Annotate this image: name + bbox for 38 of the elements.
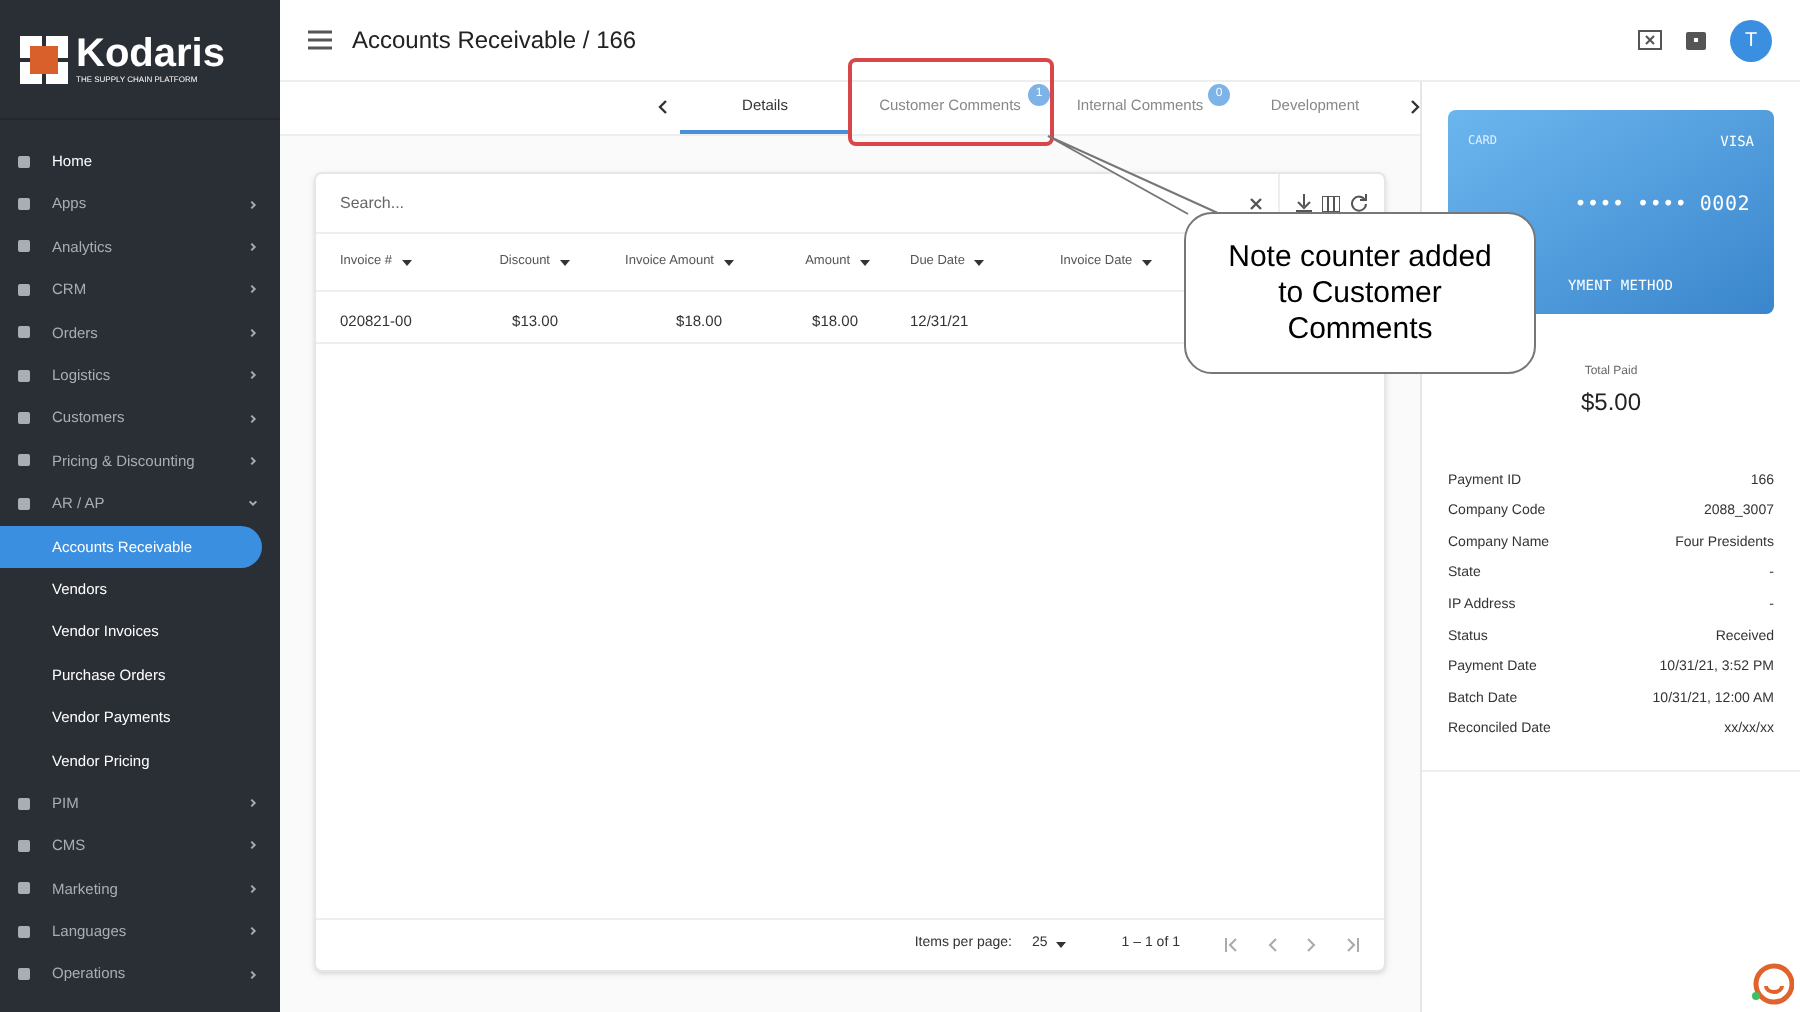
sort-icon[interactable] — [1142, 259, 1153, 265]
logo-text: Kodaris — [76, 34, 225, 74]
user-avatar[interactable]: T — [1730, 19, 1772, 61]
sort-icon[interactable] — [560, 259, 570, 265]
archive-icon[interactable] — [1686, 30, 1706, 50]
refresh-icon[interactable] — [1350, 194, 1368, 212]
download-icon[interactable] — [1296, 194, 1312, 212]
total-paid-amount: $5.00 — [1580, 386, 1642, 420]
item-icon — [18, 925, 30, 938]
item-icon — [18, 797, 30, 810]
card-number: •••• •••• 0002 — [1574, 192, 1750, 220]
close-box-icon[interactable] — [1638, 30, 1662, 50]
item-icon — [18, 369, 30, 382]
chat-icon[interactable] — [1750, 962, 1794, 1006]
item-icon — [18, 198, 30, 211]
item-icon — [18, 412, 30, 425]
page-title: Accounts Receivable / 166 — [352, 24, 637, 58]
menu-icon[interactable] — [308, 30, 332, 50]
callout-note: Note counter added to Customer Comments — [1184, 212, 1536, 374]
clear-search-icon[interactable] — [1250, 197, 1262, 209]
item-icon — [18, 283, 30, 296]
sort-icon[interactable] — [402, 259, 413, 265]
item-icon — [18, 454, 30, 467]
item-icon — [18, 155, 30, 168]
scroll-right-icon[interactable] — [1410, 100, 1420, 114]
logo-icon — [20, 35, 68, 83]
item-icon — [18, 968, 30, 981]
item-icon — [18, 240, 30, 253]
sort-icon[interactable] — [724, 259, 734, 265]
dropdown-caret-icon — [1055, 942, 1066, 948]
item-icon — [18, 497, 30, 510]
sort-icon[interactable] — [860, 259, 870, 265]
item-icon — [18, 326, 30, 339]
columns-icon[interactable] — [1322, 195, 1340, 211]
sort-icon[interactable] — [974, 259, 985, 265]
item-icon — [18, 882, 30, 895]
item-icon — [18, 839, 30, 852]
scroll-left-icon[interactable] — [658, 100, 668, 114]
